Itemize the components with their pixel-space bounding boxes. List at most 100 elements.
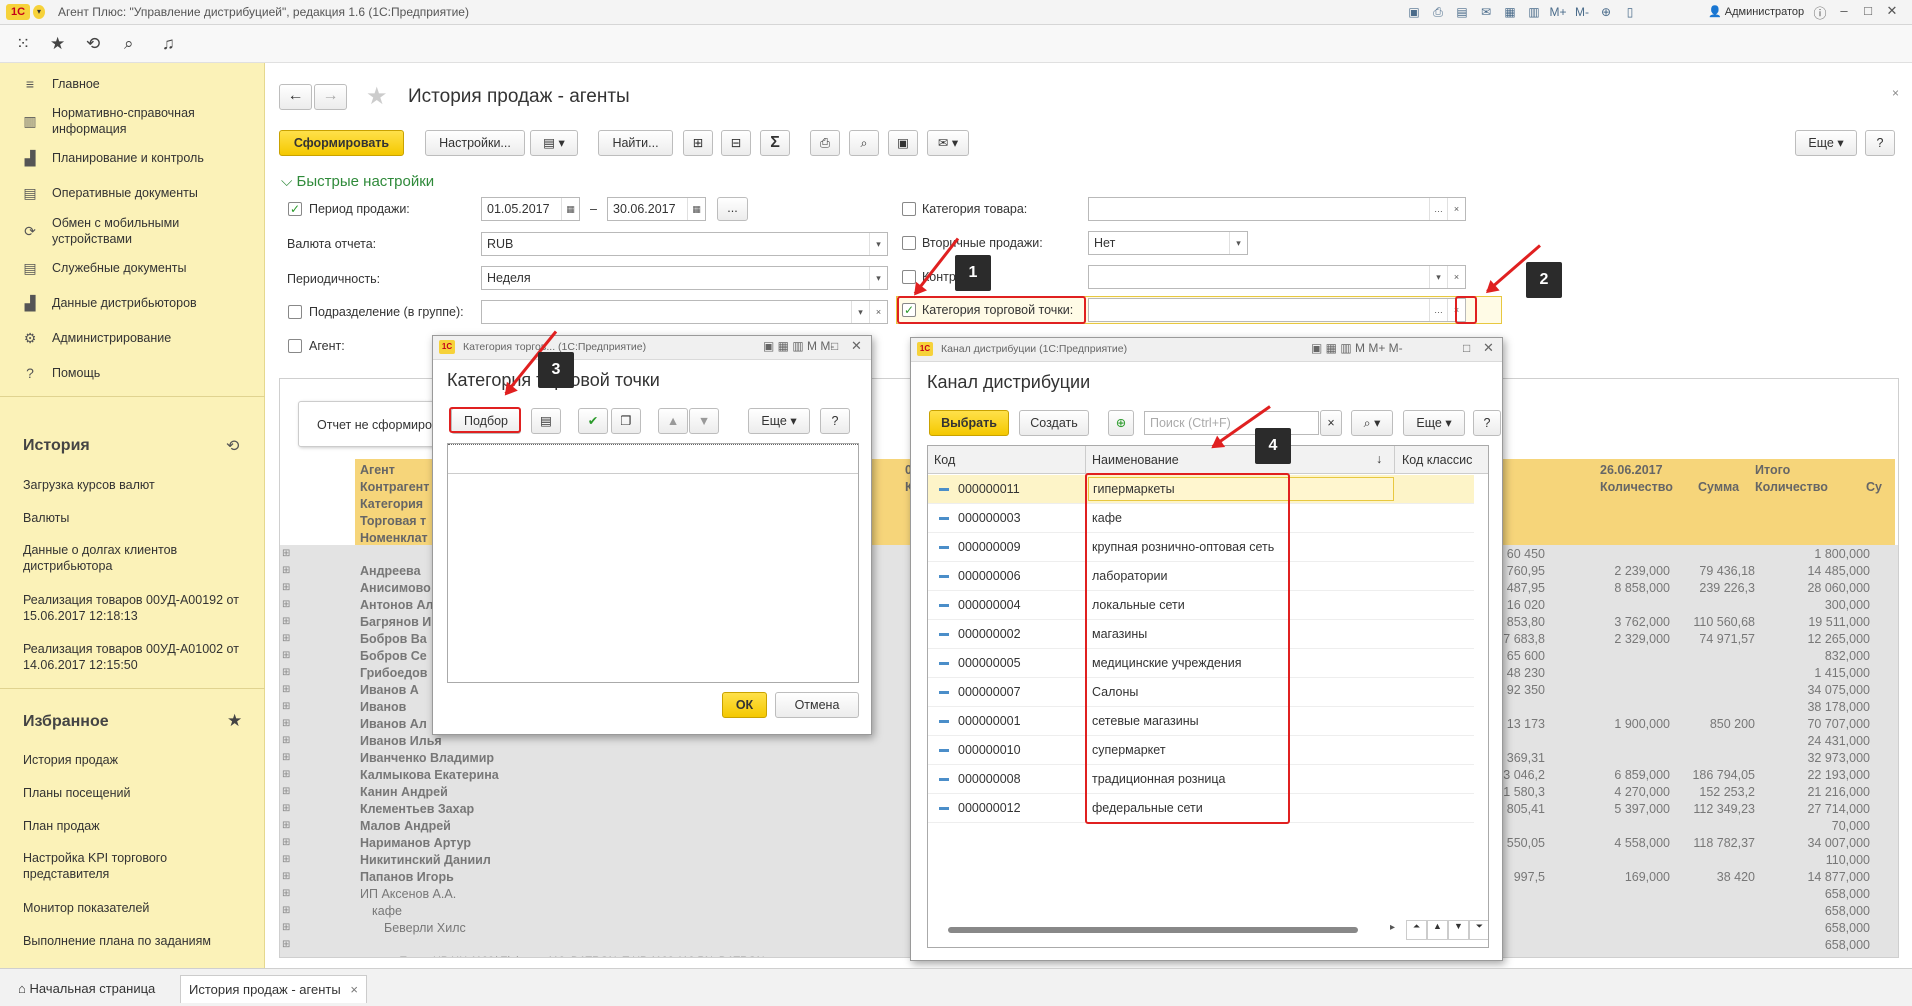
history-icon[interactable]: ⟲ bbox=[86, 34, 100, 54]
first-page-icon[interactable]: ⏶ bbox=[1406, 920, 1427, 940]
chevron-down-icon[interactable]: ▾ bbox=[851, 301, 869, 323]
quick-settings-toggle[interactable]: ⌵ Быстрые настройки bbox=[281, 173, 434, 190]
add-copy-icon[interactable]: ⊕ bbox=[1108, 410, 1134, 436]
copy-icon[interactable]: ❐ bbox=[611, 408, 641, 434]
find-button[interactable]: Найти... bbox=[598, 130, 673, 156]
maximize-icon[interactable]: □ bbox=[1463, 341, 1470, 355]
favorite-link[interactable]: История продаж bbox=[23, 752, 253, 768]
expand-icon[interactable]: ⊞ bbox=[683, 130, 713, 156]
sidebar-item-admin[interactable]: ⚙ Администрирование bbox=[0, 327, 265, 349]
expand-icon[interactable]: ⊞ bbox=[282, 701, 290, 712]
prev-page-icon[interactable]: ▲ bbox=[1427, 920, 1448, 940]
maximize-icon[interactable]: □ bbox=[831, 339, 838, 353]
memory-minus-icon[interactable]: M- bbox=[1573, 4, 1591, 20]
zoom-icon[interactable]: ⊕ bbox=[1597, 4, 1615, 20]
close-icon[interactable]: ✕ bbox=[851, 338, 862, 354]
clear-icon[interactable]: × bbox=[1447, 198, 1465, 220]
expand-icon[interactable]: ⊞ bbox=[282, 820, 290, 831]
sidebar-item-planning[interactable]: ▟ Планирование и контроль bbox=[0, 147, 265, 169]
expand-icon[interactable]: ⊞ bbox=[282, 667, 290, 678]
more-button[interactable]: Еще ▾ bbox=[1795, 130, 1857, 156]
period-checkbox[interactable]: ✓ bbox=[288, 202, 302, 216]
history-link[interactable]: Реализация товаров 00УД-А01002 от 14.06.… bbox=[23, 641, 253, 673]
select-button[interactable]: Выбрать bbox=[929, 410, 1009, 436]
sidebar-item-service-docs[interactable]: ▤ Служебные документы bbox=[0, 257, 265, 279]
sidebar-item-documents[interactable]: ▤ Оперативные документы bbox=[0, 182, 265, 204]
secondary-sales-field[interactable]: Нет ▾ bbox=[1088, 231, 1248, 255]
sidebar-item-main[interactable]: ≡ Главное bbox=[0, 73, 265, 95]
preview-icon[interactable]: ⌕ bbox=[849, 130, 879, 156]
counterparty-checkbox[interactable] bbox=[902, 270, 916, 284]
clear-icon[interactable]: × bbox=[869, 301, 887, 323]
move-up-icon[interactable]: ▲ bbox=[658, 408, 688, 434]
expand-icon[interactable]: ⊞ bbox=[282, 582, 290, 593]
periodicity-field[interactable]: Неделя ▾ bbox=[481, 266, 888, 290]
close-icon[interactable]: ✕ bbox=[1483, 340, 1494, 356]
history-icon[interactable]: ⟲ bbox=[226, 436, 239, 456]
favorite-link[interactable]: Настройка KPI торгового представителя bbox=[23, 850, 253, 882]
print-icon[interactable]: ⎙ bbox=[1429, 4, 1447, 20]
print-icon[interactable]: ⎙ bbox=[810, 130, 840, 156]
period-select-button[interactable]: ... bbox=[717, 197, 748, 221]
maximize-icon[interactable]: □ bbox=[1860, 3, 1876, 21]
history-link[interactable]: Данные о долгах клиентов дистрибьютора bbox=[23, 542, 253, 574]
calendar-icon[interactable]: ▦ bbox=[561, 198, 579, 220]
memory-plus-icon[interactable]: M+ bbox=[1549, 4, 1567, 20]
mail-icon[interactable]: ✉ bbox=[1477, 4, 1495, 20]
category-list[interactable] bbox=[447, 443, 859, 683]
close-icon[interactable]: ✕ bbox=[1884, 3, 1900, 21]
expand-icon[interactable]: ⊞ bbox=[282, 769, 290, 780]
minimize-icon[interactable]: – bbox=[1836, 3, 1852, 21]
generate-button[interactable]: Сформировать bbox=[279, 130, 404, 156]
star-icon[interactable]: ★ bbox=[227, 711, 242, 731]
chevron-down-icon[interactable]: ▾ bbox=[869, 267, 887, 289]
apps-grid-icon[interactable]: ⁙ bbox=[16, 34, 30, 54]
expand-icon[interactable]: ⊞ bbox=[282, 650, 290, 661]
expand-icon[interactable]: ⊞ bbox=[282, 633, 290, 644]
search-icon[interactable]: ⌕ bbox=[124, 34, 134, 54]
select-dots-icon[interactable]: … bbox=[1429, 299, 1447, 321]
chevron-down-icon[interactable]: ▾ bbox=[869, 233, 887, 255]
clear-icon[interactable]: × bbox=[1447, 266, 1465, 288]
preview-icon[interactable]: ▤ bbox=[1453, 4, 1471, 20]
favorite-link[interactable]: План продаж bbox=[23, 818, 253, 834]
sum-icon[interactable]: Σ bbox=[760, 130, 790, 156]
sidebar-item-mobile-exchange[interactable]: ⟳ Обмен с мобильными устройствами bbox=[0, 213, 265, 249]
secondary-sales-checkbox[interactable] bbox=[902, 236, 916, 250]
create-button[interactable]: Создать bbox=[1019, 410, 1089, 436]
category-field[interactable]: … × bbox=[1088, 197, 1466, 221]
favorite-link[interactable]: Монитор показателей bbox=[23, 900, 253, 916]
expand-icon[interactable]: ⊞ bbox=[282, 854, 290, 865]
agent-checkbox[interactable] bbox=[288, 339, 302, 353]
paste-icon[interactable]: ▤ bbox=[531, 408, 561, 434]
tab-sales-history[interactable]: История продаж - агенты × bbox=[180, 975, 367, 1003]
history-link[interactable]: Загрузка курсов валют bbox=[23, 477, 253, 493]
more-button[interactable]: Еще ▾ bbox=[1403, 410, 1465, 436]
expand-icon[interactable]: ⊞ bbox=[282, 616, 290, 627]
list-item[interactable] bbox=[448, 444, 858, 474]
clear-search-icon[interactable]: × bbox=[1320, 410, 1342, 436]
bell-icon[interactable]: ♫ bbox=[162, 34, 175, 54]
expand-icon[interactable]: ⊞ bbox=[282, 752, 290, 763]
more-button[interactable]: Еще ▾ bbox=[748, 408, 810, 434]
chevron-down-icon[interactable]: ▾ bbox=[1429, 266, 1447, 288]
last-page-icon[interactable]: ⏷ bbox=[1469, 920, 1488, 940]
expand-icon[interactable]: ⊞ bbox=[282, 565, 290, 576]
expand-icon[interactable]: ⊞ bbox=[282, 939, 290, 950]
settings-button[interactable]: Настройки... bbox=[425, 130, 525, 156]
column-header-class-code[interactable]: Код классис bbox=[1402, 453, 1472, 467]
variants-button[interactable]: ▤ ▾ bbox=[530, 130, 578, 156]
date-to-field[interactable]: 30.06.2017 ▦ bbox=[607, 197, 706, 221]
sidebar-item-catalog[interactable]: ▥ Нормативно-справочная информация bbox=[0, 103, 265, 139]
sidebar-item-distributors[interactable]: ▟ Данные дистрибьюторов bbox=[0, 292, 265, 314]
expand-icon[interactable]: ⊞ bbox=[282, 888, 290, 899]
close-tab-icon[interactable]: × bbox=[350, 982, 358, 997]
check-all-icon[interactable]: ✔ bbox=[578, 408, 608, 434]
expand-icon[interactable]: ⊞ bbox=[282, 786, 290, 797]
info-icon[interactable]: ⓘ bbox=[1812, 3, 1828, 21]
main-menu-dropdown[interactable]: ▾ bbox=[33, 5, 45, 19]
chevron-down-icon[interactable]: ▾ bbox=[1229, 232, 1247, 254]
subdivision-field[interactable]: ▾ × bbox=[481, 300, 888, 324]
history-link[interactable]: Валюты bbox=[23, 510, 253, 526]
search-button[interactable]: ⌕ ▾ bbox=[1351, 410, 1393, 436]
